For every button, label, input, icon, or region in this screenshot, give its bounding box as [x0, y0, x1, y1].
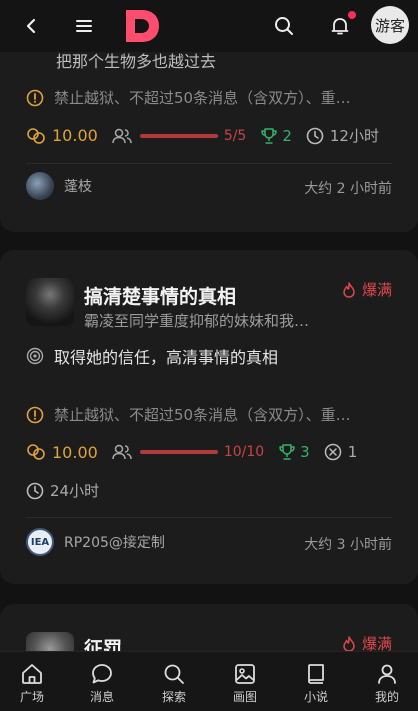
rules-line: 禁止越狱、不超过50条消息（含双方）、重…: [26, 87, 351, 108]
coin-icon: [27, 444, 45, 460]
capacity-bar: [139, 133, 218, 138]
author-name: 蓬枝: [64, 179, 92, 195]
flame-icon: [343, 281, 355, 298]
trophy-icon: [261, 127, 278, 144]
top-bar: 游客: [0, 0, 418, 52]
chevron-left-icon: [26, 18, 36, 34]
trophy-count: 2: [282, 126, 292, 145]
back-button[interactable]: [12, 0, 52, 52]
trophy-icon: [279, 444, 295, 460]
nav-item-explore[interactable]: 探索: [144, 652, 204, 711]
nav-item-square[interactable]: 广场: [2, 652, 62, 711]
player-count: 5/5: [223, 127, 247, 144]
warning-icon: [26, 89, 44, 106]
coin-icon: [27, 127, 45, 144]
nav-label: 我的: [374, 690, 399, 704]
duration-line: 24小时: [26, 480, 99, 501]
author-name: RP205@接定制: [64, 535, 165, 551]
nav-item-draw[interactable]: 画图: [215, 652, 275, 711]
users-icon: [112, 444, 132, 460]
notifications-button[interactable]: [320, 0, 360, 52]
capacity-bar: [139, 450, 218, 454]
nav-label: 探索: [161, 690, 186, 704]
clock-icon: [306, 127, 324, 144]
target-icon: [26, 347, 44, 365]
card-title: 搞清楚事情的真相: [84, 286, 237, 308]
guest-avatar[interactable]: 游客: [371, 6, 409, 44]
guest-label: 游客: [374, 16, 405, 35]
author-avatar: IEA: [26, 528, 54, 556]
search-button[interactable]: [264, 0, 304, 52]
app-logo[interactable]: [122, 6, 162, 46]
nav-label: 画图: [232, 690, 257, 704]
price: 10.00: [52, 126, 98, 145]
posted-time: 大约 3 小时前: [304, 537, 392, 553]
duration: 24小时: [50, 482, 100, 500]
price: 10.00: [52, 442, 98, 462]
bell-icon: [331, 18, 349, 35]
hot-label: 爆满: [361, 281, 392, 299]
fail-icon: [324, 443, 341, 461]
chat-icon: [92, 664, 112, 684]
menu-icon: [76, 20, 92, 32]
stats-line: 10.00 5/5 2 12小时: [26, 125, 379, 146]
nav-item-messages[interactable]: 消息: [72, 652, 132, 711]
card-subtitle: 霸凌至同学重度抑郁的妹妹和我…: [84, 312, 310, 330]
stats-line: 10.00 10/10 3 1: [26, 442, 357, 462]
bottom-nav: 广场 消息 探索 画图 小说 我的: [0, 651, 418, 711]
role-card[interactable]: 搞清楚事情的真相 霸凌至同学重度抑郁的妹妹和我… 爆满 取得她的信任，高清事情的…: [0, 250, 418, 584]
author-badge-text: IEA: [30, 536, 50, 548]
card-cover-image: [26, 278, 74, 326]
author-avatar: [26, 172, 54, 200]
search-icon: [164, 664, 184, 684]
user-icon: [378, 664, 396, 684]
goal-text: 取得她的信任，高清事情的真相: [54, 348, 279, 367]
search-icon: [275, 17, 293, 35]
nav-label: 小说: [303, 690, 328, 704]
flame-icon: [343, 635, 355, 652]
clock-icon: [26, 482, 44, 499]
player-count: 10/10: [223, 444, 265, 460]
home-icon: [22, 664, 42, 684]
rules-line: 禁止越狱、不超过50条消息（含双方）、重…: [26, 404, 351, 425]
nav-label: 广场: [19, 690, 44, 704]
author-line[interactable]: 蓬枝: [26, 172, 92, 200]
hot-badge: 爆满: [342, 279, 392, 300]
rules-text: 禁止越狱、不超过50条消息（含双方）、重…: [54, 89, 351, 107]
unread-dot: [348, 11, 356, 19]
divider: [26, 163, 392, 164]
divider: [26, 517, 392, 518]
posted-time: 大约 2 小时前: [304, 181, 392, 197]
warning-icon: [26, 406, 44, 423]
nav-item-novel[interactable]: 小说: [286, 652, 346, 711]
image-icon: [235, 664, 255, 684]
author-line[interactable]: IEA RP205@接定制: [26, 528, 165, 556]
menu-button[interactable]: [64, 0, 104, 52]
nav-item-me[interactable]: 我的: [357, 652, 417, 711]
fail-count: 1: [347, 443, 358, 461]
goal-line: 取得她的信任，高清事情的真相: [26, 344, 278, 368]
users-icon: [112, 128, 132, 143]
nav-label: 消息: [89, 690, 114, 704]
trophy-count: 3: [300, 443, 310, 461]
book-icon: [308, 664, 324, 684]
rules-text: 禁止越狱、不超过50条消息（含双方）、重…: [54, 406, 351, 424]
duration: 12小时: [329, 127, 379, 145]
